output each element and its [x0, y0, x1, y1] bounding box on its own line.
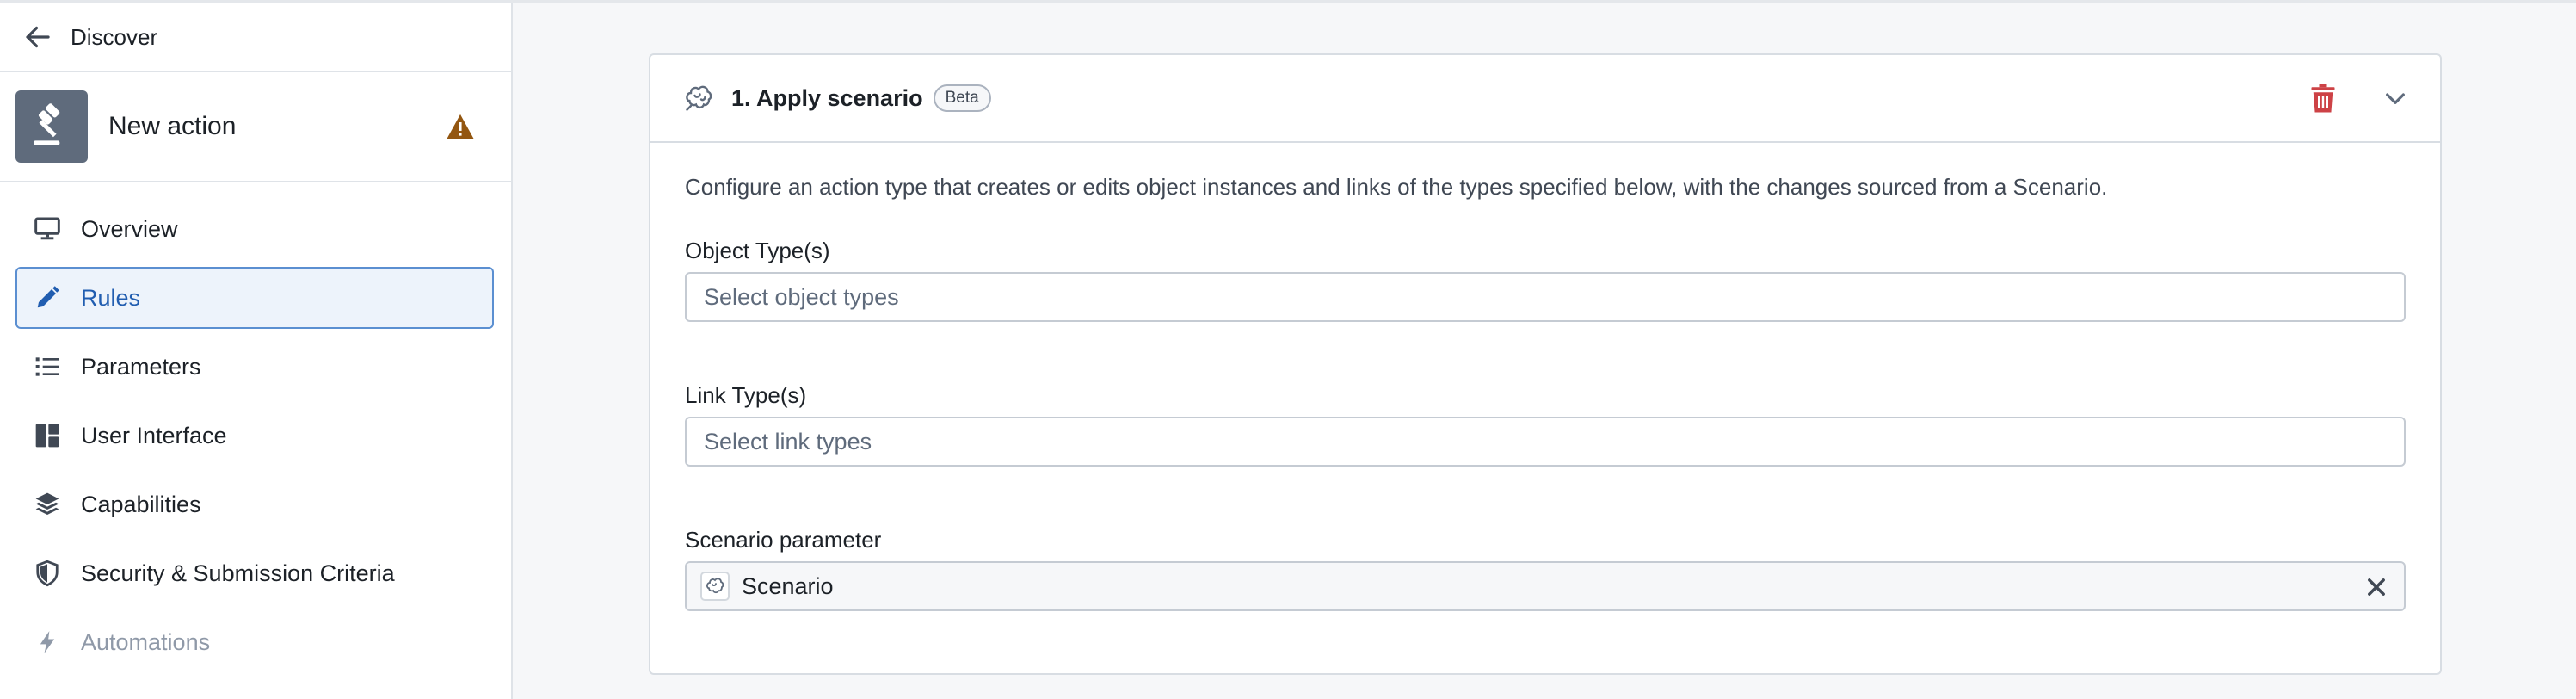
warning-icon[interactable] — [446, 113, 475, 140]
beta-badge: Beta — [933, 84, 991, 112]
back-link-label: Discover — [71, 23, 158, 50]
sidebar-item-automations[interactable]: Automations — [15, 611, 494, 673]
sidebar-item-label: Capabilities — [81, 491, 201, 517]
sidebar-item-overview[interactable]: Overview — [15, 198, 494, 260]
sidebar-item-rules[interactable]: Rules — [15, 267, 494, 329]
scenario-icon — [700, 572, 730, 601]
scenario-parameter-value: Scenario — [742, 572, 834, 599]
sidebar-item-capabilities[interactable]: Capabilities — [15, 473, 494, 535]
action-type-tile — [15, 90, 88, 163]
list-icon — [33, 352, 62, 381]
layout-icon — [33, 421, 62, 450]
sidebar-item-label: Overview — [81, 215, 178, 242]
rule-title: 1. Apply scenario — [731, 84, 923, 111]
object-types-placeholder: Select object types — [704, 283, 899, 310]
sidebar-item-security[interactable]: Security & Submission Criteria — [15, 542, 494, 604]
sidebar-item-parameters[interactable]: Parameters — [15, 336, 494, 398]
link-types-placeholder: Select link types — [704, 428, 872, 455]
sidebar-item-label: Rules — [81, 284, 141, 311]
edit-icon — [33, 283, 62, 312]
scenario-parameter-select[interactable]: Scenario — [685, 561, 2406, 611]
link-types-select[interactable]: Select link types — [685, 417, 2406, 467]
rule-card: 1. Apply scenario Beta Configure an acti… — [649, 53, 2442, 675]
sidebar-item-user-interface[interactable]: User Interface — [15, 405, 494, 467]
link-types-label: Link Type(s) — [685, 382, 807, 408]
object-types-label: Object Type(s) — [685, 238, 830, 263]
sidebar: Discover New action Overview Rules Param… — [0, 3, 513, 699]
shield-icon — [33, 559, 62, 588]
lightning-icon — [33, 628, 62, 657]
layers-icon — [33, 490, 62, 519]
chevron-down-icon[interactable] — [2382, 84, 2409, 112]
action-name: New action — [108, 112, 237, 140]
sidebar-item-label: Parameters — [81, 353, 201, 380]
sidebar-nav: Overview Rules Parameters User Interface… — [0, 198, 511, 680]
arrow-left-icon — [26, 26, 50, 48]
sidebar-item-label: Automations — [81, 628, 211, 655]
rule-description: Configure an action type that creates or… — [685, 174, 2108, 200]
sidebar-item-label: Security & Submission Criteria — [81, 560, 395, 586]
trash-icon[interactable] — [2308, 83, 2339, 114]
back-link[interactable]: Discover — [0, 3, 511, 72]
scenario-parameter-label: Scenario parameter — [685, 527, 882, 553]
object-types-select[interactable]: Select object types — [685, 272, 2406, 322]
gavel-icon — [34, 103, 60, 145]
scenario-icon — [686, 85, 712, 111]
action-header: New action — [0, 72, 511, 182]
sidebar-item-label: User Interface — [81, 422, 227, 448]
close-icon[interactable] — [2364, 575, 2388, 599]
rule-card-header[interactable]: 1. Apply scenario Beta — [650, 55, 2440, 143]
desktop-icon — [33, 214, 62, 244]
